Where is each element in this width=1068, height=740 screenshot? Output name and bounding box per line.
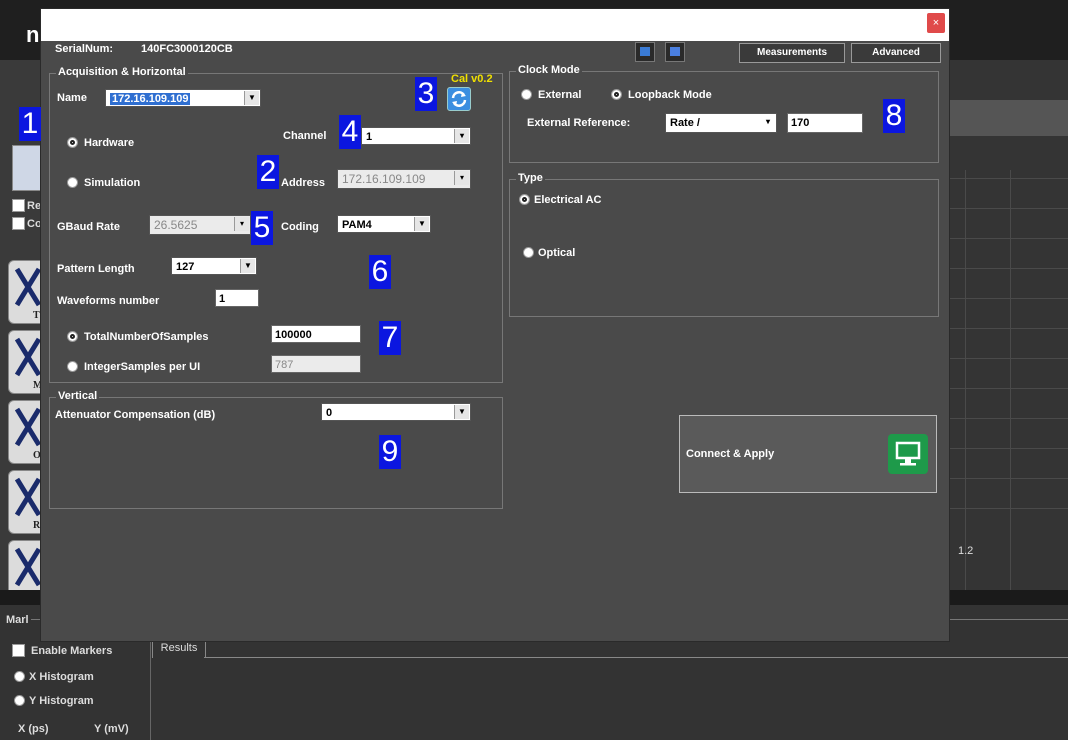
rate-combo[interactable]: Rate / ▾	[665, 113, 777, 133]
vertical-group-title: Vertical	[56, 390, 100, 402]
annotation-badge-1: 1	[19, 107, 41, 141]
rate-number-input[interactable]: 170	[787, 113, 863, 133]
serial-label: SerialNum:	[55, 43, 114, 55]
annotation-badge-6: 6	[369, 255, 391, 289]
chevron-down-icon: ▾	[454, 171, 469, 185]
total-samples-radio[interactable]: TotalNumberOfSamples	[67, 329, 209, 343]
monitor-connect-icon	[888, 434, 928, 474]
save-button[interactable]	[665, 42, 685, 62]
clock-mode-title: Clock Mode	[516, 64, 582, 76]
address-combo[interactable]: 172.16.109.109 ▾	[337, 169, 471, 189]
enable-markers-checkbox[interactable]: Enable Markers	[12, 643, 112, 658]
dialog-titlebar	[41, 9, 949, 41]
chevron-down-icon: ▼	[454, 405, 469, 419]
annotation-badge-9: 9	[379, 435, 401, 469]
annotation-badge-3: 3	[415, 77, 437, 111]
bg-right-tabstrip	[948, 100, 1068, 136]
save-icon	[670, 47, 680, 56]
gbaud-combo[interactable]: 26.5625 ▾	[149, 215, 251, 235]
annotation-badge-5: 5	[251, 211, 273, 245]
annotation-badge-8: 8	[883, 99, 905, 133]
channel-combo[interactable]: 1 ▾	[361, 127, 471, 145]
external-radio[interactable]: External	[521, 87, 581, 101]
annotation-badge-7: 7	[379, 321, 401, 355]
acquisition-group-title: Acquisition & Horizontal	[56, 66, 188, 78]
advanced-button[interactable]: Advanced	[851, 43, 941, 63]
x-logo-icon	[15, 547, 41, 587]
chevron-down-icon: ▼	[414, 217, 429, 231]
coding-combo[interactable]: PAM4 ▼	[337, 215, 431, 233]
name-combo[interactable]: 172.16.109.109 ▼	[105, 89, 261, 107]
x-histogram-radio[interactable]: X Histogram	[14, 669, 94, 683]
chevron-down-icon: ▾	[454, 129, 469, 143]
device-icon	[640, 47, 650, 56]
electrical-ac-radio[interactable]: Electrical AC	[519, 192, 601, 206]
waveforms-label: Waveforms number	[57, 295, 160, 307]
int-samples-input[interactable]: 787	[271, 355, 361, 373]
simulation-radio[interactable]: Simulation	[67, 175, 140, 189]
markers-group-title: Marl	[4, 614, 31, 626]
annotation-badge-2: 2	[257, 155, 279, 189]
serial-value: 140FC3000120CB	[141, 43, 233, 55]
attenuator-combo[interactable]: 0 ▼	[321, 403, 471, 421]
waveforms-input[interactable]: 1	[215, 289, 259, 307]
calibrate-button[interactable]	[447, 87, 471, 111]
close-button[interactable]: ×	[927, 13, 945, 33]
annotation-badge-4: 4	[339, 115, 361, 149]
x-logo-icon	[15, 477, 41, 517]
axis-tick-label: 1.2	[958, 545, 974, 557]
x-logo-icon	[15, 337, 41, 377]
y-unit-label: Y (mV)	[94, 723, 129, 735]
close-icon: ×	[932, 17, 940, 29]
plot-area	[948, 60, 1068, 605]
measurements-button[interactable]: Measurements	[739, 43, 845, 63]
type-group-title: Type	[516, 172, 545, 184]
chevron-down-icon: ▾	[761, 115, 775, 129]
hardware-radio[interactable]: Hardware	[67, 135, 134, 149]
optical-radio[interactable]: Optical	[523, 245, 575, 259]
chevron-down-icon: ▼	[244, 91, 259, 105]
coding-label: Coding	[281, 221, 319, 233]
connect-apply-button[interactable]: Connect & Apply	[679, 415, 937, 493]
bg-checkbox-2[interactable]: Co	[12, 216, 42, 231]
total-samples-input[interactable]: 100000	[271, 325, 361, 343]
int-samples-radio[interactable]: IntegerSamples per UI	[67, 359, 200, 373]
name-label: Name	[57, 92, 87, 104]
pattern-length-combo[interactable]: 127 ▼	[171, 257, 257, 275]
y-histogram-radio[interactable]: Y Histogram	[14, 693, 94, 707]
external-reference-label: External Reference:	[527, 117, 631, 129]
x-logo-icon	[15, 407, 41, 447]
channel-label: Channel	[283, 130, 327, 142]
gbaud-label: GBaud Rate	[57, 221, 120, 233]
refresh-icon	[451, 91, 467, 107]
loopback-radio[interactable]: Loopback Mode	[611, 87, 712, 101]
cal-version-label: Cal v0.2	[451, 73, 493, 85]
bg-checkbox-1[interactable]: Re	[12, 198, 41, 213]
x-logo-icon	[15, 267, 41, 307]
address-label: Address	[281, 177, 326, 189]
attenuator-label: Attenuator Compensation (dB)	[55, 409, 216, 421]
settings-dialog: × SerialNum: 140FC3000120CB Measurements…	[19, 8, 950, 642]
app-initial: n	[26, 22, 40, 47]
pattern-length-label: Pattern Length	[57, 263, 135, 275]
refresh-device-button[interactable]	[635, 42, 655, 62]
x-unit-label: X (ps)	[18, 723, 49, 735]
chevron-down-icon: ▼	[240, 259, 255, 273]
chevron-down-icon: ▾	[234, 217, 249, 231]
